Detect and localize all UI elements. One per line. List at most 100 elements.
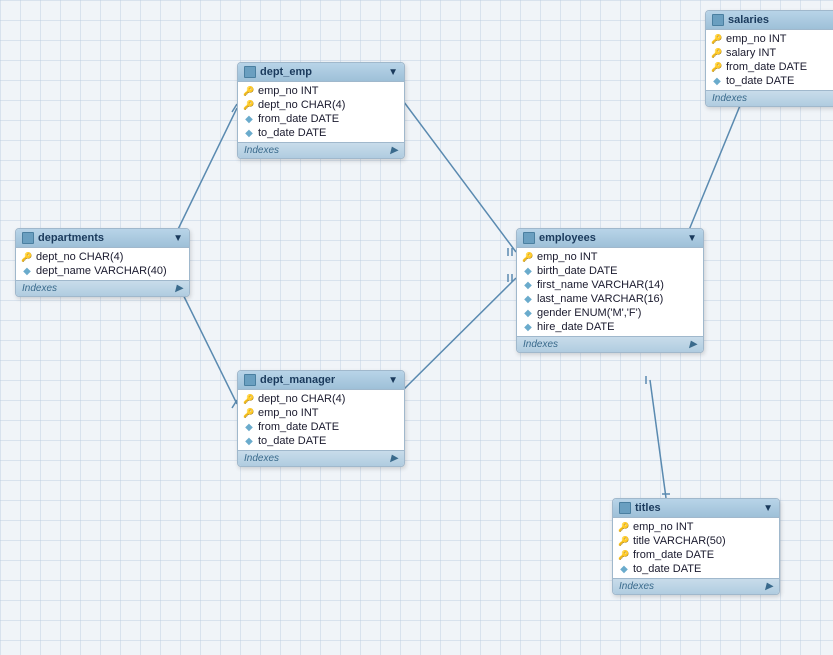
dropdown-arrow-dept-manager[interactable]: ▼ <box>388 375 398 386</box>
field-name: from_date DATE <box>633 549 714 561</box>
field-name: to_date DATE <box>633 563 701 575</box>
table-header-dept-manager[interactable]: dept_manager ▼ <box>238 371 404 390</box>
table-header-dept-emp[interactable]: dept_emp ▼ <box>238 63 404 82</box>
table-row: 🔑 emp_no INT <box>613 520 779 534</box>
table-title-salaries: salaries <box>728 14 769 26</box>
table-body-salaries: 🔑 emp_no INT 🔑 salary INT 🔑 from_date DA… <box>706 30 833 90</box>
table-row: ◆ hire_date DATE <box>517 320 703 334</box>
table-icon-departments <box>22 232 34 244</box>
dropdown-arrow-titles[interactable]: ▼ <box>763 503 773 514</box>
indexes-label: Indexes <box>22 283 57 294</box>
indexes-label: Indexes <box>244 453 279 464</box>
indexes-label: Indexes <box>244 145 279 156</box>
table-title-dept-emp: dept_emp <box>260 66 312 78</box>
table-row: ◆ to_date DATE <box>238 434 404 448</box>
table-row: ◆ last_name VARCHAR(16) <box>517 292 703 306</box>
table-body-titles: 🔑 emp_no INT 🔑 title VARCHAR(50) 🔑 from_… <box>613 518 779 578</box>
table-row: ◆ from_date DATE <box>238 112 404 126</box>
key-icon: 🔑 <box>244 100 254 110</box>
field-name: emp_no INT <box>633 521 694 533</box>
field-name: dept_name VARCHAR(40) <box>36 265 167 277</box>
key-icon: ◆ <box>244 436 254 446</box>
table-row: ◆ to_date DATE <box>706 74 833 88</box>
table-dept-emp: dept_emp ▼ 🔑 emp_no INT 🔑 dept_no CHAR(4… <box>237 62 405 159</box>
indexes-arrow[interactable]: ▶ <box>390 453 398 464</box>
field-name: emp_no INT <box>537 251 598 263</box>
indexes-arrow[interactable]: ▶ <box>390 145 398 156</box>
table-row: ◆ from_date DATE <box>238 420 404 434</box>
table-icon-dept-manager <box>244 374 256 386</box>
field-name: emp_no INT <box>726 33 787 45</box>
table-body-employees: 🔑 emp_no INT ◆ birth_date DATE ◆ first_n… <box>517 248 703 336</box>
field-name: dept_no CHAR(4) <box>36 251 123 263</box>
table-employees: employees ▼ 🔑 emp_no INT ◆ birth_date DA… <box>516 228 704 353</box>
field-name: from_date DATE <box>258 113 339 125</box>
key-icon: ◆ <box>244 422 254 432</box>
table-row: 🔑 emp_no INT <box>517 250 703 264</box>
indexes-label: Indexes <box>619 581 654 592</box>
table-header-titles[interactable]: titles ▼ <box>613 499 779 518</box>
field-name: to_date DATE <box>258 127 326 139</box>
key-icon: ◆ <box>619 564 629 574</box>
table-indexes-dept-emp[interactable]: Indexes ▶ <box>238 142 404 158</box>
key-icon: ◆ <box>523 308 533 318</box>
table-row: 🔑 dept_no CHAR(4) <box>16 250 189 264</box>
table-row: ◆ birth_date DATE <box>517 264 703 278</box>
indexes-arrow[interactable]: ▶ <box>689 339 697 350</box>
table-header-employees[interactable]: employees ▼ <box>517 229 703 248</box>
table-body-dept-emp: 🔑 emp_no INT 🔑 dept_no CHAR(4) ◆ from_da… <box>238 82 404 142</box>
field-name: dept_no CHAR(4) <box>258 393 345 405</box>
indexes-label: Indexes <box>712 93 747 104</box>
table-header-departments[interactable]: departments ▼ <box>16 229 189 248</box>
key-icon: 🔑 <box>619 536 629 546</box>
field-name: from_date DATE <box>258 421 339 433</box>
key-icon: 🔑 <box>523 252 533 262</box>
key-icon: ◆ <box>523 294 533 304</box>
field-name: to_date DATE <box>726 75 794 87</box>
key-icon: ◆ <box>712 76 722 86</box>
table-indexes-employees[interactable]: Indexes ▶ <box>517 336 703 352</box>
dropdown-arrow-dept-emp[interactable]: ▼ <box>388 67 398 78</box>
table-icon-titles <box>619 502 631 514</box>
table-header-salaries[interactable]: salaries ▼ <box>706 11 833 30</box>
key-icon: 🔑 <box>244 394 254 404</box>
key-icon: ◆ <box>244 128 254 138</box>
table-indexes-titles[interactable]: Indexes ▶ <box>613 578 779 594</box>
table-indexes-dept-manager[interactable]: Indexes ▶ <box>238 450 404 466</box>
table-row: 🔑 emp_no INT <box>238 406 404 420</box>
indexes-label: Indexes <box>523 339 558 350</box>
field-name: emp_no INT <box>258 85 319 97</box>
table-row: 🔑 dept_no CHAR(4) <box>238 392 404 406</box>
table-row: ◆ first_name VARCHAR(14) <box>517 278 703 292</box>
table-salaries: salaries ▼ 🔑 emp_no INT 🔑 salary INT 🔑 f… <box>705 10 833 107</box>
table-indexes-salaries[interactable]: Indexes ▶ <box>706 90 833 106</box>
key-icon: 🔑 <box>244 408 254 418</box>
key-icon: 🔑 <box>244 86 254 96</box>
field-name: from_date DATE <box>726 61 807 73</box>
table-row: 🔑 from_date DATE <box>613 548 779 562</box>
key-icon: ◆ <box>523 266 533 276</box>
key-icon: ◆ <box>523 280 533 290</box>
indexes-arrow[interactable]: ▶ <box>175 283 183 294</box>
field-name: dept_no CHAR(4) <box>258 99 345 111</box>
field-name: salary INT <box>726 47 776 59</box>
key-icon: 🔑 <box>712 48 722 58</box>
table-icon-employees <box>523 232 535 244</box>
indexes-arrow[interactable]: ▶ <box>765 581 773 592</box>
dropdown-arrow-departments[interactable]: ▼ <box>173 233 183 244</box>
table-icon-salaries <box>712 14 724 26</box>
field-name: title VARCHAR(50) <box>633 535 726 547</box>
key-icon: ◆ <box>244 114 254 124</box>
table-row: ◆ dept_name VARCHAR(40) <box>16 264 189 278</box>
table-row: 🔑 dept_no CHAR(4) <box>238 98 404 112</box>
field-name: to_date DATE <box>258 435 326 447</box>
table-title-departments: departments <box>38 232 104 244</box>
table-row: ◆ to_date DATE <box>238 126 404 140</box>
table-body-departments: 🔑 dept_no CHAR(4) ◆ dept_name VARCHAR(40… <box>16 248 189 280</box>
key-icon: 🔑 <box>619 522 629 532</box>
dropdown-arrow-employees[interactable]: ▼ <box>687 233 697 244</box>
table-indexes-departments[interactable]: Indexes ▶ <box>16 280 189 296</box>
table-dept-manager: dept_manager ▼ 🔑 dept_no CHAR(4) 🔑 emp_n… <box>237 370 405 467</box>
field-name: gender ENUM('M','F') <box>537 307 641 319</box>
field-name: last_name VARCHAR(16) <box>537 293 663 305</box>
